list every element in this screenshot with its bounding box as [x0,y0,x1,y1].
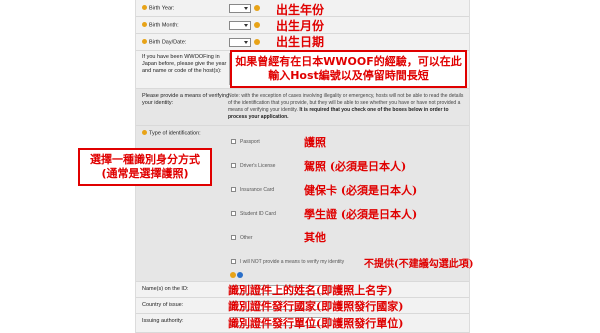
help-icon[interactable] [254,39,260,45]
verify-note: Note: with the exception of cases involv… [228,93,464,120]
info-icon[interactable] [237,272,243,278]
id-type-callout: 選擇一種識別身分方式 (通常是選擇護照) [78,148,212,186]
drivers-license-checkbox[interactable] [231,163,236,168]
no-id-checkbox[interactable] [231,259,236,264]
birth-year-select[interactable] [229,4,251,13]
help-icon[interactable] [254,5,260,11]
no-id-note: 不提供(不建議勾選此項) [364,259,474,270]
passport-checkbox[interactable] [231,139,236,144]
insurance-card-checkbox[interactable] [231,187,236,192]
birth-month-select[interactable] [229,21,251,30]
chevron-down-icon [244,24,248,27]
other-note: 其他 [304,231,326,244]
chevron-down-icon [244,7,248,10]
passport-note: 護照 [304,136,326,149]
insurance-card-label: Insurance Card [240,187,275,193]
help-icon[interactable] [230,272,236,278]
issuing-authority-label: Issuing authority: [142,318,184,324]
page-margin-right [470,0,600,333]
country-of-issue-note: 識別證件發行國家(即護照發行國家) [228,300,404,313]
names-on-id-label: Name(s) on the ID: [142,286,189,292]
required-icon [142,22,147,27]
required-icon [142,39,147,44]
drivers-license-label: Driver's License [240,163,276,169]
student-id-label: Student ID Card [240,211,276,217]
no-id-label: I will NOT provide a means to verify my … [240,259,345,265]
id-type-label: Type of identification: [142,130,201,138]
birth-day-select[interactable] [229,38,251,47]
student-id-note: 學生證 (必須是日本人) [304,208,418,221]
birth-month-note: 出生月份 [276,19,325,33]
birth-month-label: Birth Month: [142,22,179,30]
student-id-checkbox[interactable] [231,211,236,216]
birth-day-note: 出生日期 [276,35,325,49]
birth-year-label: Birth Year: [142,5,174,13]
birth-day-label: Birth Day/Date: [142,39,186,47]
host-history-callout: 如果曾經有在日本WWOOF的經驗，可以在此輸入Host編號以及停留時間長短 [230,50,467,88]
verify-identity-label: Please provide a means of verifying your… [142,93,230,106]
country-of-issue-label: Country of issue: [142,302,184,308]
passport-label: Passport [240,139,260,145]
host-history-label: If you have been WWOOFing in Japan befor… [142,54,227,74]
help-icon[interactable] [254,22,260,28]
drivers-license-note: 駕照 (必須是日本人) [304,160,407,173]
other-label: Other [240,235,253,241]
required-icon [142,130,147,135]
names-on-id-note: 識別證件上的姓名(即護照上名字) [228,284,393,297]
issuing-authority-note: 識別證件發行單位(即護照發行單位) [228,317,404,330]
birth-year-note: 出生年份 [276,3,325,17]
other-checkbox[interactable] [231,235,236,240]
required-icon [142,5,147,10]
insurance-card-note: 健保卡 (必須是日本人) [304,184,418,197]
chevron-down-icon [244,41,248,44]
